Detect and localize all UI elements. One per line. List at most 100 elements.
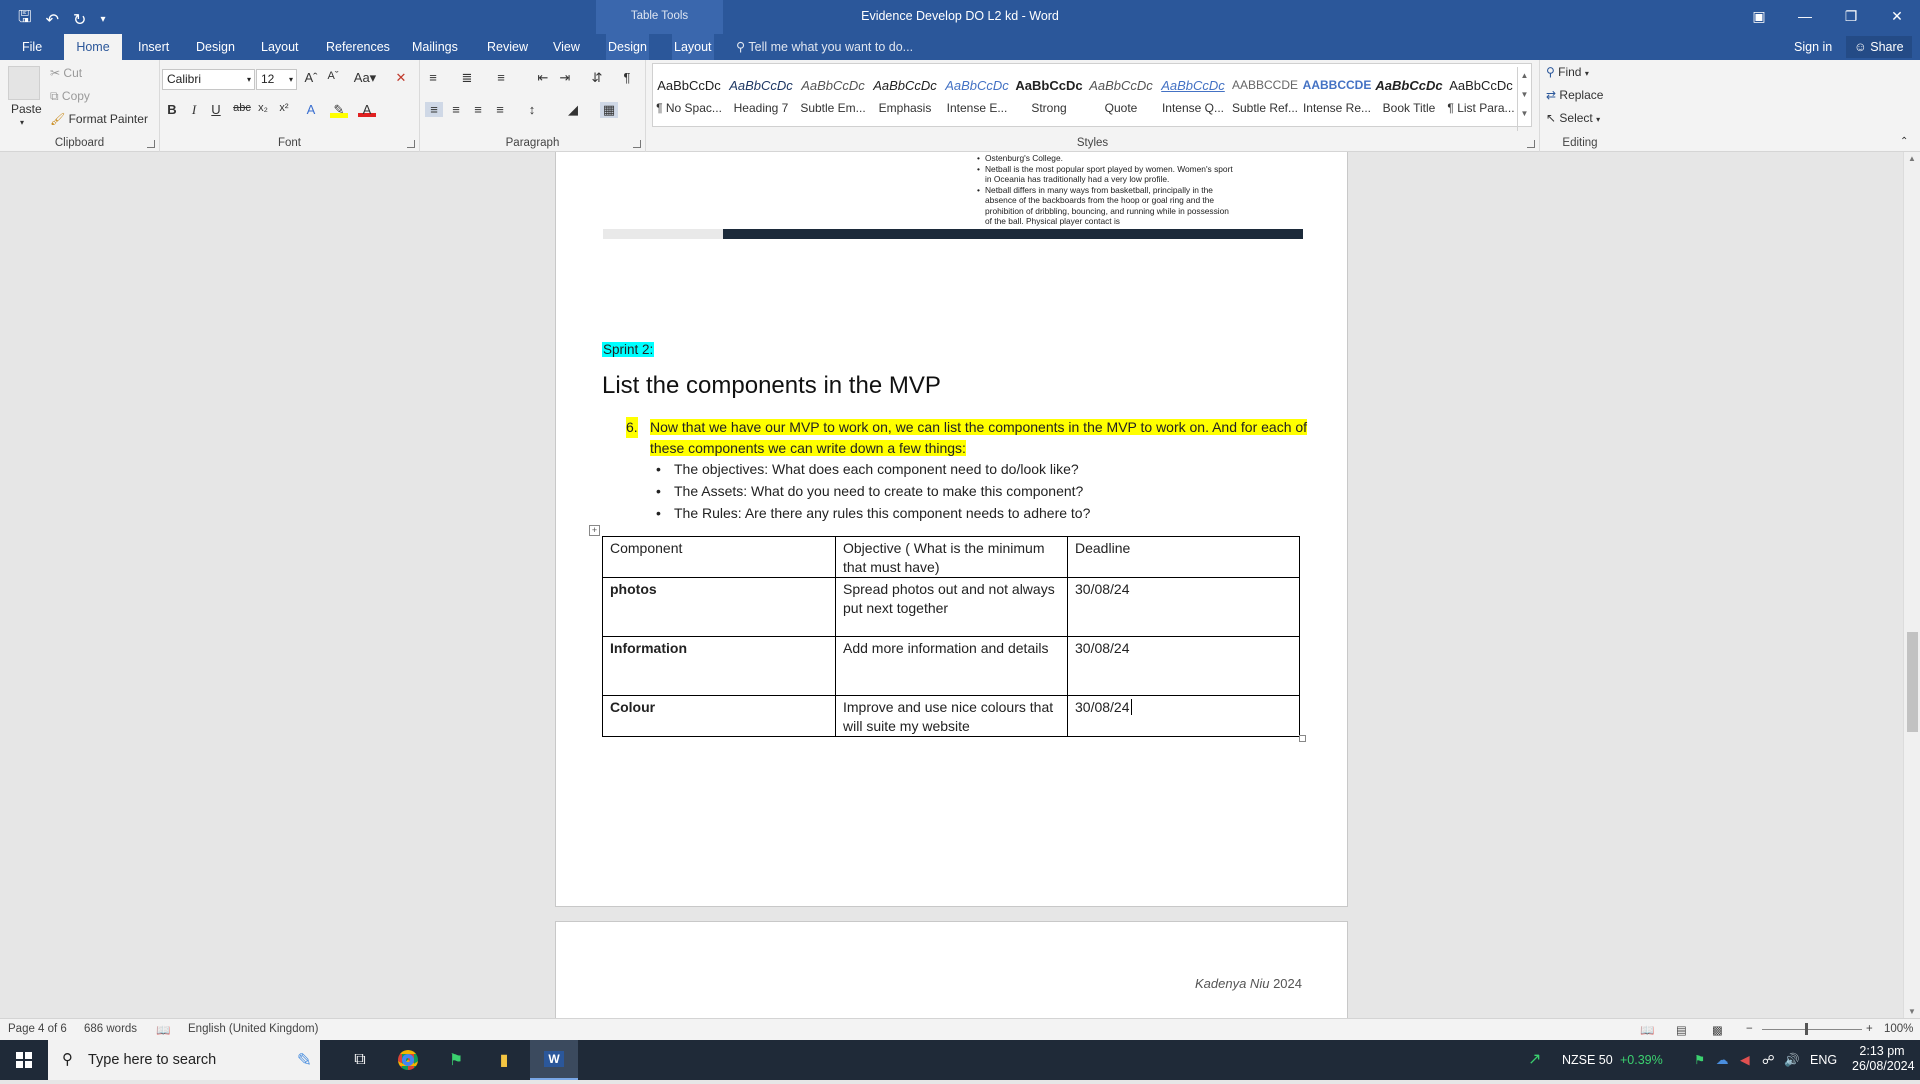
word-taskbar-icon[interactable]: W	[530, 1040, 578, 1080]
table-cell[interactable]: 30/08/24	[1067, 636, 1300, 696]
style-subtle-reference[interactable]: AABBCCDE Subtle Ref...	[1229, 64, 1301, 126]
language-indicator[interactable]: English (United Kingdom)	[188, 1023, 318, 1035]
zoom-slider[interactable]	[1762, 1029, 1862, 1030]
align-left-icon[interactable]: ≡	[425, 102, 443, 117]
zoom-in-icon[interactable]: +	[1866, 1023, 1873, 1035]
table-cell[interactable]: photos	[602, 577, 836, 637]
justify-icon[interactable]: ≡	[491, 102, 509, 117]
align-right-icon[interactable]: ≡	[469, 102, 487, 117]
change-case-icon[interactable]: Aa▾	[352, 70, 378, 86]
chevron-up-icon[interactable]: ▲	[1518, 71, 1531, 80]
network-icon[interactable]: ☍	[1762, 1040, 1775, 1080]
onedrive-icon[interactable]: ☁	[1716, 1040, 1729, 1080]
bold-icon[interactable]: B	[163, 102, 181, 117]
messaging-app-icon[interactable]: ⚑	[432, 1040, 480, 1080]
line-spacing-icon[interactable]: ↕	[523, 102, 541, 117]
redo-icon[interactable]: ↻	[73, 10, 86, 30]
style-no-spacing[interactable]: AaBbCcDc ¶ No Spac...	[653, 64, 725, 126]
start-button[interactable]	[0, 1040, 48, 1080]
scroll-up-icon[interactable]: ▲	[1908, 154, 1916, 163]
style-quote[interactable]: AaBbCcDc Quote	[1085, 64, 1157, 126]
tab-home[interactable]: Home	[64, 34, 122, 60]
subscript-icon[interactable]: x₂	[254, 102, 272, 114]
style-book-title[interactable]: AaBbCcDc Book Title	[1373, 64, 1445, 126]
styles-scroll[interactable]: ▲ ▼ ▼	[1517, 67, 1531, 131]
print-layout-icon[interactable]: ▤	[1676, 1023, 1687, 1037]
tab-insert[interactable]: Insert	[136, 34, 171, 60]
table-cell-active[interactable]: 30/08/24	[1067, 695, 1300, 737]
zoom-slider-thumb[interactable]	[1805, 1023, 1808, 1035]
zoom-level[interactable]: 100%	[1884, 1023, 1913, 1035]
highlight-icon[interactable]: ✎	[330, 102, 348, 118]
paste-button[interactable]: Paste	[11, 102, 42, 116]
tab-design[interactable]: Design	[194, 34, 237, 60]
increase-indent-icon[interactable]: ⇥	[556, 70, 574, 86]
show-marks-icon[interactable]: ¶	[618, 70, 636, 85]
embedded-screenshot-image[interactable]: Ostenburg's College. Netball is the most…	[603, 153, 1303, 239]
word-count[interactable]: 686 words	[84, 1023, 137, 1035]
table-resize-handle[interactable]	[1299, 735, 1306, 742]
input-language[interactable]: ENG	[1810, 1040, 1837, 1080]
italic-icon[interactable]: I	[185, 102, 203, 118]
stock-ticker[interactable]: NZSE 50	[1562, 1040, 1613, 1080]
style-intense-quote[interactable]: AaBbCcDc Intense Q...	[1157, 64, 1229, 126]
paste-icon[interactable]	[8, 66, 40, 100]
close-button[interactable]: ✕	[1874, 0, 1920, 32]
shading-icon[interactable]: ◢	[564, 102, 582, 118]
undo-icon[interactable]: ↶	[46, 10, 59, 30]
taskbar-search-box[interactable]: ⚲ Type here to search ✎	[48, 1040, 320, 1080]
tab-layout[interactable]: Layout	[259, 34, 301, 60]
styles-launcher-icon[interactable]	[1527, 140, 1535, 148]
font-name-box[interactable]: Calibri ▾	[162, 69, 255, 90]
grow-font-icon[interactable]: Aˆ	[302, 70, 320, 85]
strikethrough-icon[interactable]: abc	[233, 102, 251, 114]
tab-view[interactable]: View	[551, 34, 582, 60]
page-indicator[interactable]: Page 4 of 6	[8, 1023, 67, 1035]
scroll-down-icon[interactable]: ▼	[1908, 1007, 1916, 1016]
table-cell[interactable]: Improve and use nice colours that will s…	[835, 695, 1068, 737]
vertical-scrollbar[interactable]: ▲ ▼	[1903, 152, 1920, 1018]
table-cell[interactable]: Add more information and details	[835, 636, 1068, 696]
sort-icon[interactable]: ⇵	[588, 70, 606, 86]
clock[interactable]: 2:13 pm 26/08/2024	[1852, 1044, 1915, 1084]
tab-table-design[interactable]: Design	[606, 34, 649, 60]
format-painter-button[interactable]: 🖌 Format Painter	[50, 112, 148, 126]
more-styles-icon[interactable]: ▼	[1518, 109, 1531, 118]
header-component[interactable]: Component	[602, 536, 836, 578]
web-layout-icon[interactable]: ▩	[1712, 1023, 1723, 1037]
style-heading-7[interactable]: AaBbCcDc Heading 7	[725, 64, 797, 126]
restore-button[interactable]: ❐	[1828, 0, 1874, 32]
read-mode-icon[interactable]: 📖	[1640, 1023, 1654, 1037]
style-subtle-emphasis[interactable]: AaBbCcDc Subtle Em...	[797, 64, 869, 126]
tab-file[interactable]: File	[20, 34, 44, 60]
volume-icon[interactable]: 🔊	[1784, 1040, 1800, 1080]
tray-app-icon[interactable]: ⚑	[1694, 1040, 1705, 1080]
ribbon-display-options-icon[interactable]: ▣	[1736, 0, 1782, 32]
table-cell[interactable]: 30/08/24	[1067, 577, 1300, 637]
task-view-icon[interactable]: ⧉	[336, 1040, 384, 1080]
find-button[interactable]: ⚲ Find ▾	[1546, 65, 1589, 79]
chevron-down-icon[interactable]: ▼	[1518, 90, 1531, 99]
underline-icon[interactable]: U	[207, 102, 225, 117]
style-emphasis[interactable]: AaBbCcDc Emphasis	[869, 64, 941, 126]
borders-icon[interactable]: ▦	[600, 102, 618, 118]
collapse-ribbon-icon[interactable]: ⌃	[1900, 136, 1908, 147]
table-cell[interactable]: Spread photos out and not always put nex…	[835, 577, 1068, 637]
paragraph-launcher-icon[interactable]	[633, 140, 641, 148]
tray-alert-icon[interactable]: ◀	[1740, 1040, 1750, 1080]
style-list-paragraph[interactable]: AaBbCcDc ¶ List Para...	[1445, 64, 1517, 126]
save-icon[interactable]: 🖫	[18, 6, 32, 33]
font-size-box[interactable]: 12 ▾	[256, 69, 297, 90]
table-cell[interactable]: Information	[602, 636, 836, 696]
tab-mailings[interactable]: Mailings	[410, 34, 460, 60]
share-button[interactable]: ☺ Share	[1846, 36, 1912, 58]
scroll-thumb[interactable]	[1907, 632, 1918, 732]
replace-button[interactable]: ⇄ Replace	[1546, 88, 1603, 102]
select-button[interactable]: ↖ Select ▾	[1546, 111, 1600, 125]
clear-formatting-icon[interactable]: ✕	[392, 70, 410, 86]
chrome-icon[interactable]	[384, 1040, 432, 1080]
tell-me-box[interactable]: ⚲ Tell me what you want to do...	[736, 34, 913, 60]
paste-dropdown-icon[interactable]: ▾	[20, 118, 24, 127]
header-objective[interactable]: Objective ( What is the minimum that mus…	[835, 536, 1068, 578]
cut-button[interactable]: ✂ Cut	[50, 66, 82, 80]
